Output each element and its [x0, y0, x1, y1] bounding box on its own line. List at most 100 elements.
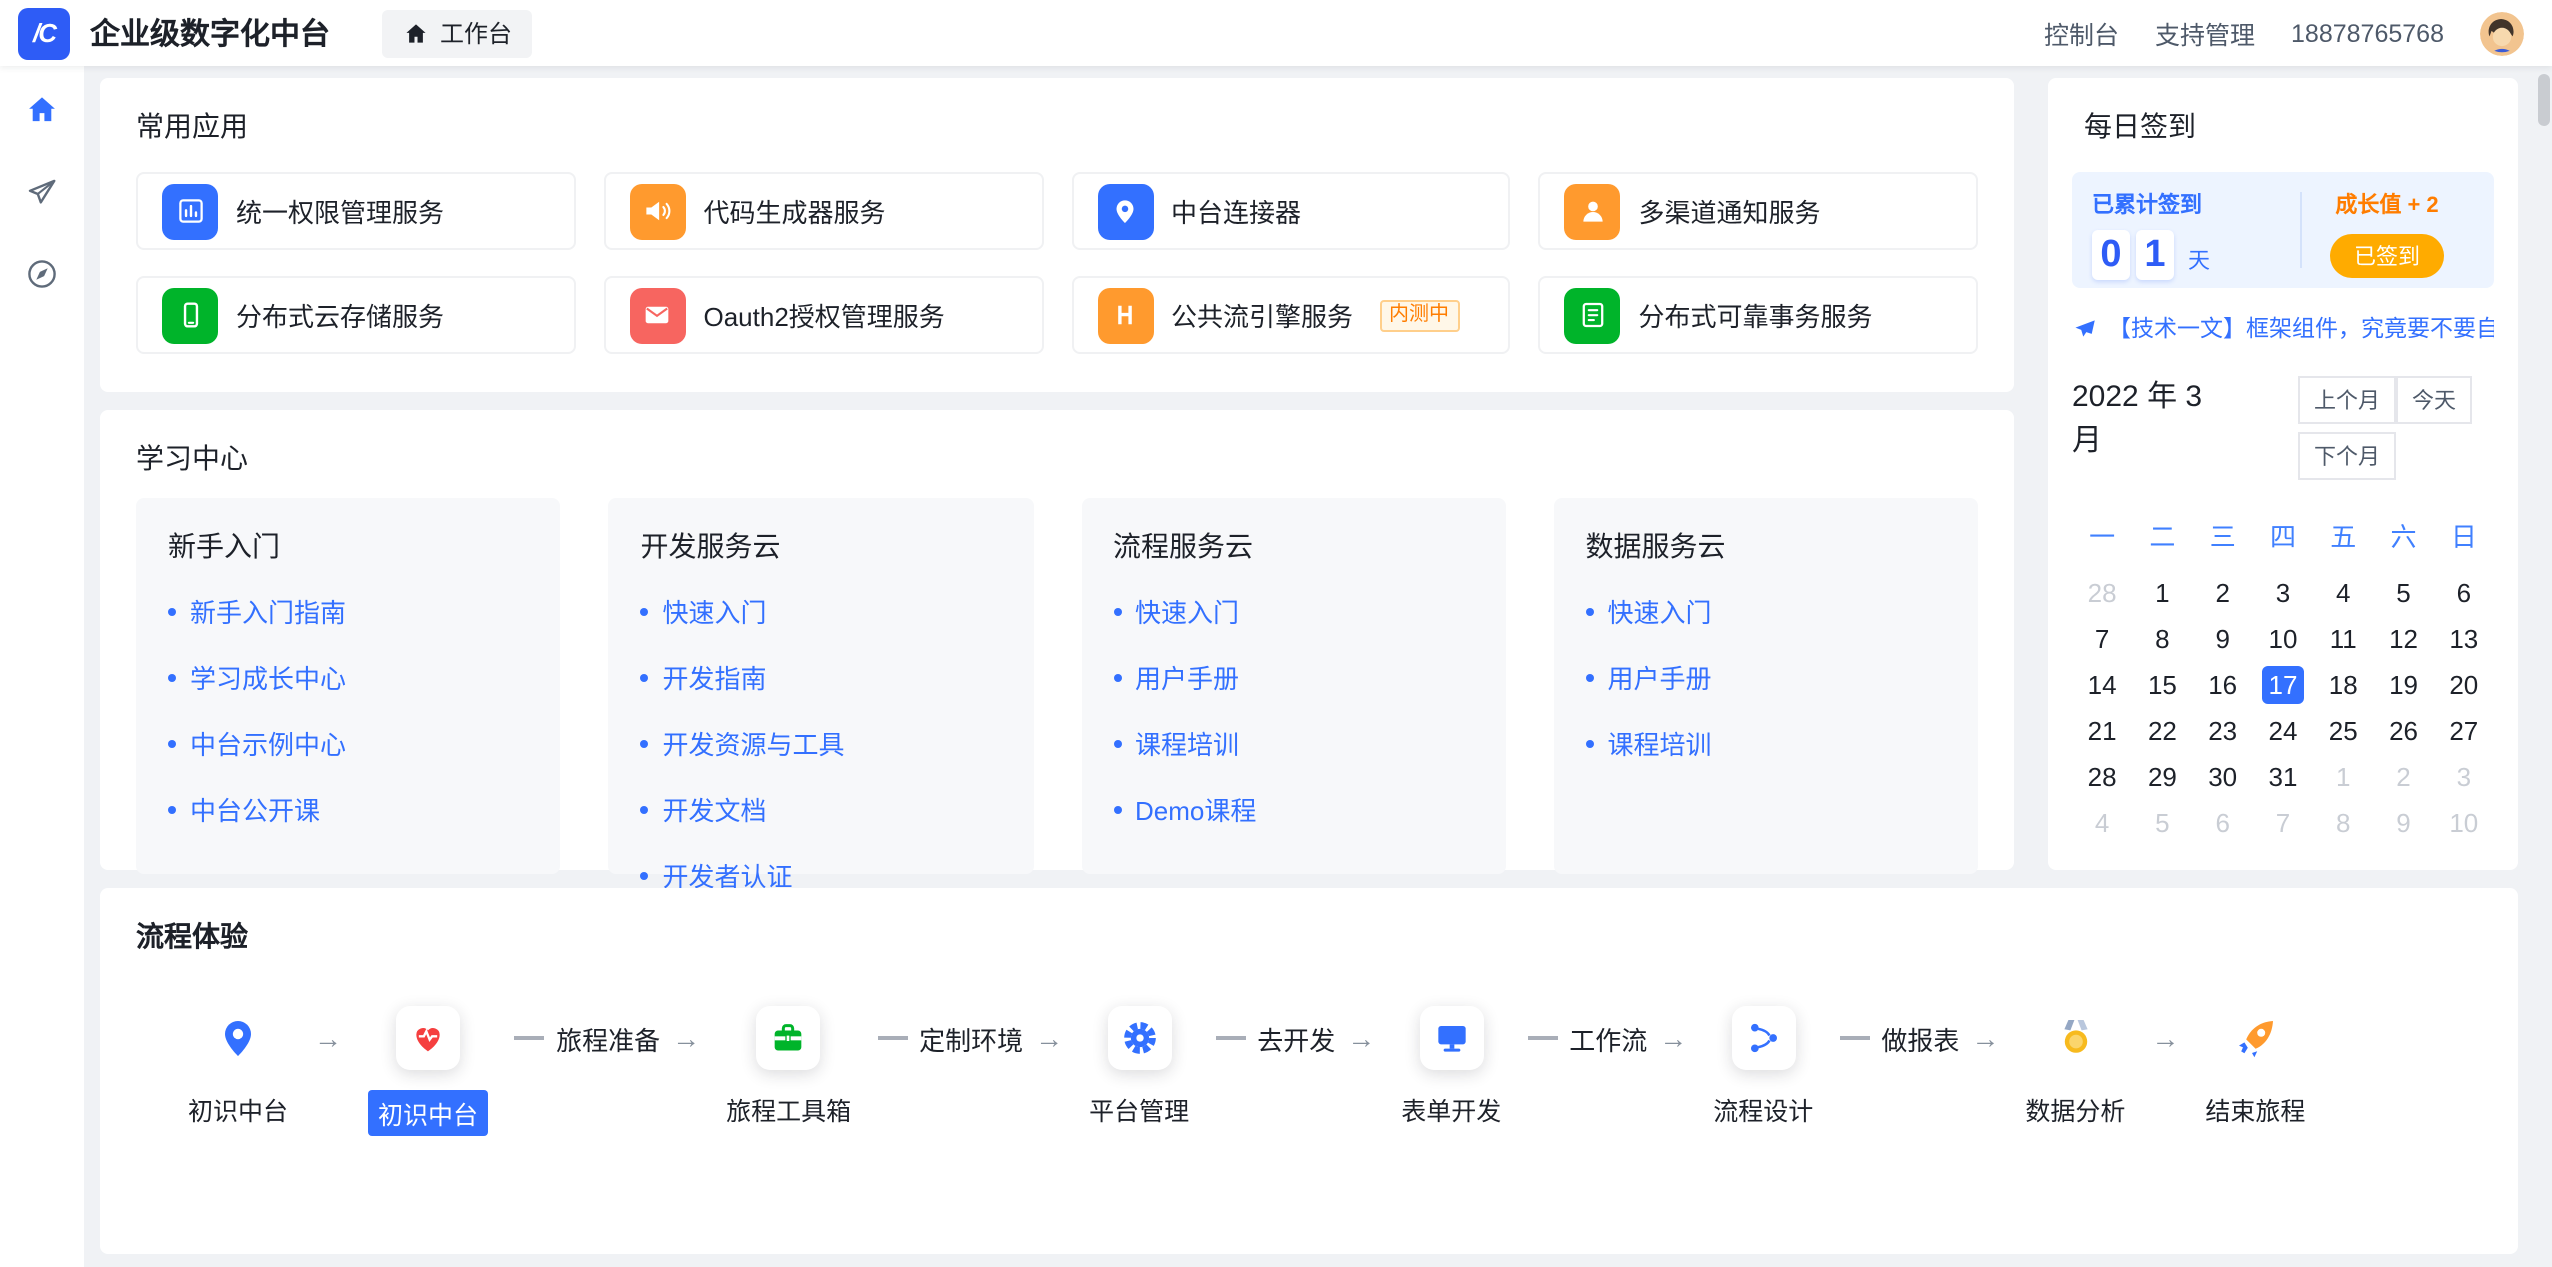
- learning-link[interactable]: 快速入门: [1113, 592, 1474, 630]
- calendar-day[interactable]: 2: [2193, 574, 2253, 612]
- sidebar-item-home[interactable]: [18, 86, 66, 134]
- calendar-day[interactable]: 4: [2313, 574, 2373, 612]
- arrow-right-icon: →: [672, 1022, 700, 1054]
- calendar-day[interactable]: 22: [2132, 712, 2192, 750]
- calendar-day[interactable]: 25: [2313, 712, 2373, 750]
- calendar-day[interactable]: 15: [2132, 666, 2192, 704]
- learning-link[interactable]: 中台示例中心: [168, 724, 529, 762]
- checkin-panel: 已累计签到 0 1 天 成长值 + 2 已签到: [2072, 172, 2494, 288]
- journey-step[interactable]: 平台管理: [1089, 1004, 1189, 1128]
- calendar-day[interactable]: 7: [2253, 804, 2313, 842]
- calendar-day[interactable]: 9: [2373, 804, 2433, 842]
- calendar-day[interactable]: 18: [2313, 666, 2373, 704]
- toolbox-icon: [769, 1018, 809, 1058]
- calendar-day[interactable]: 8: [2313, 804, 2373, 842]
- learning-link[interactable]: 中台公开课: [168, 790, 529, 828]
- journey-step[interactable]: 数据分析: [2025, 1004, 2125, 1128]
- app-tile[interactable]: 分布式可靠事务服务: [1539, 276, 1979, 354]
- header-links: 控制台支持管理 18878765768: [2044, 14, 2444, 52]
- header-link[interactable]: 18878765768: [2291, 19, 2444, 47]
- calendar-day[interactable]: 3: [2253, 574, 2313, 612]
- app-tile[interactable]: Oauth2授权管理服务: [604, 276, 1044, 354]
- common-apps-grid: 统一权限管理服务 代码生成器服务中台连接器多渠道通知服务分布式云存储服务 Oauth…: [136, 172, 1978, 354]
- calendar-day[interactable]: 31: [2253, 758, 2313, 796]
- learning-link[interactable]: 开发指南: [641, 658, 1002, 696]
- learning-link[interactable]: 学习成长中心: [168, 658, 529, 696]
- learning-link[interactable]: 课程培训: [1586, 724, 1947, 762]
- calendar-day[interactable]: 12: [2373, 620, 2433, 658]
- app-tile[interactable]: 代码生成器服务: [604, 172, 1044, 250]
- learning-link[interactable]: 新手入门指南: [168, 592, 529, 630]
- journey-step[interactable]: 初识中台: [368, 1004, 488, 1136]
- calendar-day[interactable]: 28: [2072, 574, 2132, 612]
- prev-month-button[interactable]: 上个月: [2298, 376, 2396, 424]
- calendar-day[interactable]: 17: [2253, 666, 2313, 704]
- calendar-header: 2022 年 3 月 上个月 今天 下个月: [2072, 376, 2494, 488]
- calendar-day[interactable]: 1: [2132, 574, 2192, 612]
- next-month-button[interactable]: 下个月: [2298, 432, 2396, 480]
- calendar-day[interactable]: 16: [2193, 666, 2253, 704]
- app-tile[interactable]: 分布式云存储服务: [136, 276, 576, 354]
- app-label: 统一权限管理服务: [236, 192, 444, 230]
- calendar-day[interactable]: 13: [2434, 620, 2494, 658]
- calendar-day[interactable]: 9: [2193, 620, 2253, 658]
- calendar-day[interactable]: 10: [2434, 804, 2494, 842]
- scrollbar-thumb[interactable]: [2538, 74, 2550, 126]
- calendar-day[interactable]: 4: [2072, 804, 2132, 842]
- calendar-day[interactable]: 6: [2193, 804, 2253, 842]
- weekday-label: 三: [2193, 516, 2253, 554]
- learning-link[interactable]: 快速入门: [1586, 592, 1947, 630]
- journey-step[interactable]: 结束旅程: [2205, 1004, 2305, 1128]
- app-tile[interactable]: 公共流引擎服务内测中: [1071, 276, 1511, 354]
- signed-in-button[interactable]: 已签到: [2330, 234, 2444, 278]
- calendar-day[interactable]: 5: [2373, 574, 2433, 612]
- calendar-day[interactable]: 23: [2193, 712, 2253, 750]
- calendar-day[interactable]: 8: [2132, 620, 2192, 658]
- calendar-day[interactable]: 26: [2373, 712, 2433, 750]
- learning-panel-title: 流程服务云: [1113, 526, 1474, 566]
- bullet-dot-icon: [641, 673, 649, 681]
- today-button[interactable]: 今天: [2396, 376, 2472, 424]
- arrow-right-icon: →: [314, 1022, 342, 1054]
- calendar-day[interactable]: 10: [2253, 620, 2313, 658]
- header-link[interactable]: 控制台: [2044, 14, 2119, 52]
- learning-link[interactable]: 用户手册: [1586, 658, 1947, 696]
- app-tile[interactable]: 多渠道通知服务: [1539, 172, 1979, 250]
- calendar-day[interactable]: 3: [2434, 758, 2494, 796]
- article-link[interactable]: 【技术一文】框架组件，究竟要不要自研?: [2072, 312, 2494, 344]
- app-tile[interactable]: 统一权限管理服务: [136, 172, 576, 250]
- calendar-day[interactable]: 29: [2132, 758, 2192, 796]
- journey-step-icon-box: [757, 1006, 821, 1070]
- calendar-day[interactable]: 21: [2072, 712, 2132, 750]
- calendar-day[interactable]: 14: [2072, 666, 2132, 704]
- calendar-day[interactable]: 7: [2072, 620, 2132, 658]
- learning-link[interactable]: 课程培训: [1113, 724, 1474, 762]
- calendar-day[interactable]: 24: [2253, 712, 2313, 750]
- calendar-day[interactable]: 28: [2072, 758, 2132, 796]
- calendar-day[interactable]: 1: [2313, 758, 2373, 796]
- calendar-day[interactable]: 2: [2373, 758, 2433, 796]
- header-link[interactable]: 支持管理: [2155, 14, 2255, 52]
- sidebar-item-send[interactable]: [18, 168, 66, 216]
- sidebar-item-compass[interactable]: [18, 250, 66, 298]
- app-tile[interactable]: 中台连接器: [1071, 172, 1511, 250]
- calendar-day[interactable]: 6: [2434, 574, 2494, 612]
- journey-step[interactable]: 旅程工具箱: [726, 1004, 851, 1128]
- calendar-day[interactable]: 11: [2313, 620, 2373, 658]
- journey-step[interactable]: 初识中台: [188, 1004, 288, 1128]
- learning-link[interactable]: 用户手册: [1113, 658, 1474, 696]
- learning-link[interactable]: 开发文档: [641, 790, 1002, 828]
- user-avatar[interactable]: [2480, 11, 2524, 55]
- calendar-day[interactable]: 5: [2132, 804, 2192, 842]
- calendar-day[interactable]: 20: [2434, 666, 2494, 704]
- journey-step[interactable]: 流程设计: [1713, 1004, 1813, 1128]
- workbench-tab[interactable]: 工作台: [382, 9, 532, 57]
- calendar-day[interactable]: 27: [2434, 712, 2494, 750]
- learning-link[interactable]: Demo课程: [1113, 790, 1474, 828]
- journey-step[interactable]: 表单开发: [1401, 1004, 1501, 1128]
- weekday-label: 二: [2132, 516, 2192, 554]
- learning-link[interactable]: 开发资源与工具: [641, 724, 1002, 762]
- learning-link[interactable]: 快速入门: [641, 592, 1002, 630]
- calendar-day[interactable]: 19: [2373, 666, 2433, 704]
- calendar-day[interactable]: 30: [2193, 758, 2253, 796]
